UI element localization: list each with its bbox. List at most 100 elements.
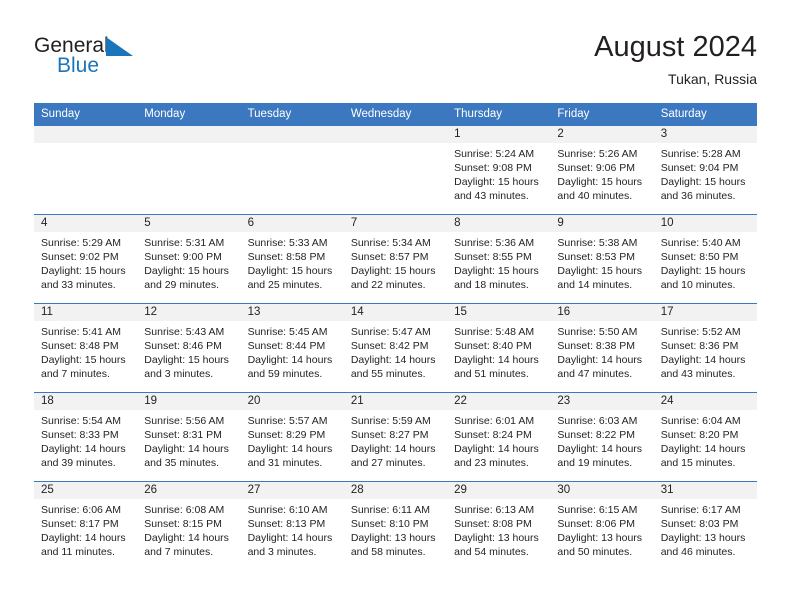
sunset-text: Sunset: 8:42 PM <box>350 340 429 352</box>
day-number: 15 <box>447 304 551 321</box>
calendar-day-cell[interactable]: 25 Sunrise: 6:06 AM Sunset: 8:17 PM Dayligh… <box>34 481 138 571</box>
day-details: Sunrise: 6:03 AM Sunset: 8:22 PM Daylight:… <box>550 410 653 470</box>
calendar-day-cell[interactable]: 14 Sunrise: 5:47 AM Sunset: 8:42 PM Dayligh… <box>343 303 448 393</box>
day-number: 2 <box>550 126 654 143</box>
day-details: Sunrise: 5:31 AM Sunset: 9:00 PM Daylight:… <box>137 232 240 292</box>
calendar-day-cell[interactable]: 9 Sunrise: 5:38 AM Sunset: 8:53 PM Daylight… <box>550 214 654 304</box>
brand-logo[interactable]: General Blue <box>34 34 234 90</box>
calendar-day-cell[interactable]: 4 Sunrise: 5:29 AM Sunset: 9:02 PM Daylight… <box>34 214 138 304</box>
sunset-text: Sunset: 8:48 PM <box>41 340 119 352</box>
calendar-day-cell[interactable]: 16 Sunrise: 5:50 AM Sunset: 8:38 PM Dayligh… <box>550 303 654 393</box>
daylight-text-line1: Daylight: 15 hours <box>557 265 643 277</box>
calendar-day-cell[interactable]: 26 Sunrise: 6:08 AM Sunset: 8:15 PM Dayligh… <box>137 481 241 571</box>
calendar-page: General Blue August 2024 Tukan, Russia S… <box>0 0 792 612</box>
daylight-text-line2: and 55 minutes. <box>350 368 426 380</box>
sunrise-text: Sunrise: 6:15 AM <box>557 504 638 516</box>
daylight-text-line2: and 29 minutes. <box>144 279 219 291</box>
calendar-day-cell[interactable]: 5 Sunrise: 5:31 AM Sunset: 9:00 PM Daylight… <box>137 214 241 304</box>
daylight-text-line2: and 59 minutes. <box>247 368 323 380</box>
sunrise-text: Sunrise: 5:34 AM <box>350 237 431 249</box>
sunrise-text: Sunrise: 5:41 AM <box>41 326 121 338</box>
weekday-header-row: Sunday Monday Tuesday Wednesday Thursday… <box>34 103 757 126</box>
calendar-day-cell[interactable]: 15 Sunrise: 5:48 AM Sunset: 8:40 PM Dayligh… <box>447 303 551 393</box>
daylight-text-line1: Daylight: 13 hours <box>557 532 643 544</box>
calendar-day-cell[interactable]: 31 Sunrise: 6:17 AM Sunset: 8:03 PM Dayligh… <box>653 481 757 571</box>
sunrise-text: Sunrise: 5:31 AM <box>144 237 225 249</box>
day-details: Sunrise: 6:10 AM Sunset: 8:13 PM Daylight:… <box>241 499 344 559</box>
day-number: 8 <box>447 215 551 232</box>
daylight-text-line2: and 36 minutes. <box>660 190 736 202</box>
calendar-day-cell[interactable]: 3 Sunrise: 5:28 AM Sunset: 9:04 PM Daylight… <box>653 125 757 215</box>
day-details: Sunrise: 6:11 AM Sunset: 8:10 PM Daylight:… <box>344 499 447 559</box>
day-details: Sunrise: 6:13 AM Sunset: 8:08 PM Daylight:… <box>447 499 550 559</box>
daylight-text-line1: Daylight: 14 hours <box>350 354 436 366</box>
calendar-day-cell[interactable]: 24 Sunrise: 6:04 AM Sunset: 8:20 PM Dayligh… <box>653 392 757 482</box>
sunrise-text: Sunrise: 5:43 AM <box>144 326 225 338</box>
day-number <box>137 126 241 143</box>
daylight-text-line2: and 46 minutes. <box>660 546 736 558</box>
day-number: 26 <box>137 482 241 499</box>
calendar-day-cell[interactable]: 11 Sunrise: 5:41 AM Sunset: 8:48 PM Dayligh… <box>34 303 138 393</box>
calendar-day-cell[interactable]: 27 Sunrise: 6:10 AM Sunset: 8:13 PM Dayligh… <box>240 481 344 571</box>
calendar-day-cell[interactable]: 19 Sunrise: 5:56 AM Sunset: 8:31 PM Dayligh… <box>137 392 241 482</box>
day-details: Sunrise: 5:26 AM Sunset: 9:06 PM Daylight:… <box>550 143 653 203</box>
daylight-text-line2: and 47 minutes. <box>557 368 633 380</box>
weekday-header-sunday: Sunday <box>34 103 138 126</box>
daylight-text-line2: and 14 minutes. <box>557 279 633 291</box>
calendar-day-cell[interactable]: 17 Sunrise: 5:52 AM Sunset: 8:36 PM Dayligh… <box>653 303 757 393</box>
calendar-day-cell[interactable]: 28 Sunrise: 6:11 AM Sunset: 8:10 PM Dayligh… <box>343 481 448 571</box>
sunrise-text: Sunrise: 5:56 AM <box>144 415 225 427</box>
daylight-text-line1: Daylight: 15 hours <box>144 354 229 366</box>
weekday-header-monday: Monday <box>137 103 241 126</box>
page-header: General Blue August 2024 Tukan, Russia <box>34 30 757 92</box>
calendar-day-cell[interactable]: 22 Sunrise: 6:01 AM Sunset: 8:24 PM Dayligh… <box>447 392 551 482</box>
calendar-day-cell[interactable]: 12 Sunrise: 5:43 AM Sunset: 8:46 PM Dayligh… <box>137 303 241 393</box>
sunrise-text: Sunrise: 6:10 AM <box>247 504 328 516</box>
day-number: 28 <box>343 482 448 499</box>
calendar-day-cell[interactable]: 1 Sunrise: 5:24 AM Sunset: 9:08 PM Daylight… <box>447 125 551 215</box>
daylight-text-line1: Daylight: 14 hours <box>247 354 333 366</box>
calendar-day-cell[interactable]: 2 Sunrise: 5:26 AM Sunset: 9:06 PM Daylight… <box>550 125 654 215</box>
sunset-text: Sunset: 8:13 PM <box>247 518 326 530</box>
calendar-day-cell[interactable]: 21 Sunrise: 5:59 AM Sunset: 8:27 PM Dayligh… <box>343 392 448 482</box>
day-number: 18 <box>34 393 138 410</box>
sunset-text: Sunset: 8:22 PM <box>557 429 636 441</box>
calendar-day-cell[interactable]: 23 Sunrise: 6:03 AM Sunset: 8:22 PM Dayligh… <box>550 392 654 482</box>
day-details: Sunrise: 5:33 AM Sunset: 8:58 PM Daylight:… <box>241 232 344 292</box>
calendar-day-cell[interactable]: 13 Sunrise: 5:45 AM Sunset: 8:44 PM Dayligh… <box>240 303 344 393</box>
day-details: Sunrise: 6:06 AM Sunset: 8:17 PM Daylight:… <box>34 499 137 559</box>
daylight-text-line2: and 22 minutes. <box>350 279 426 291</box>
day-number: 25 <box>34 482 138 499</box>
calendar-cell-empty <box>343 125 448 215</box>
weekday-header-wednesday: Wednesday <box>343 103 448 126</box>
daylight-text-line1: Daylight: 13 hours <box>454 532 539 544</box>
daylight-text-line1: Daylight: 15 hours <box>41 354 126 366</box>
calendar-day-cell[interactable]: 8 Sunrise: 5:36 AM Sunset: 8:55 PM Daylight… <box>447 214 551 304</box>
calendar-day-cell[interactable]: 7 Sunrise: 5:34 AM Sunset: 8:57 PM Daylight… <box>343 214 448 304</box>
day-number: 24 <box>653 393 757 410</box>
daylight-text-line2: and 35 minutes. <box>144 457 219 469</box>
calendar-day-cell[interactable]: 20 Sunrise: 5:57 AM Sunset: 8:29 PM Dayligh… <box>240 392 344 482</box>
sunset-text: Sunset: 8:17 PM <box>41 518 119 530</box>
calendar-day-cell[interactable]: 6 Sunrise: 5:33 AM Sunset: 8:58 PM Daylight… <box>240 214 344 304</box>
calendar-day-cell[interactable]: 10 Sunrise: 5:40 AM Sunset: 8:50 PM Dayligh… <box>653 214 757 304</box>
day-details: Sunrise: 5:47 AM Sunset: 8:42 PM Daylight:… <box>344 321 447 381</box>
calendar-day-cell[interactable]: 18 Sunrise: 5:54 AM Sunset: 8:33 PM Dayligh… <box>34 392 138 482</box>
daylight-text-line1: Daylight: 14 hours <box>41 532 126 544</box>
day-number: 21 <box>343 393 448 410</box>
daylight-text-line1: Daylight: 14 hours <box>557 354 643 366</box>
calendar-day-cell[interactable]: 29 Sunrise: 6:13 AM Sunset: 8:08 PM Dayligh… <box>447 481 551 571</box>
daylight-text-line1: Daylight: 15 hours <box>454 176 539 188</box>
sunset-text: Sunset: 9:04 PM <box>660 162 739 174</box>
day-number: 17 <box>653 304 757 321</box>
calendar-day-cell[interactable]: 30 Sunrise: 6:15 AM Sunset: 8:06 PM Dayligh… <box>550 481 654 571</box>
day-number: 19 <box>137 393 241 410</box>
daylight-text-line2: and 40 minutes. <box>557 190 633 202</box>
daylight-text-line2: and 54 minutes. <box>454 546 529 558</box>
weekday-header-saturday: Saturday <box>653 103 757 126</box>
daylight-text-line1: Daylight: 15 hours <box>41 265 126 277</box>
sunset-text: Sunset: 8:10 PM <box>350 518 429 530</box>
daylight-text-line1: Daylight: 14 hours <box>454 354 539 366</box>
sunrise-text: Sunrise: 5:40 AM <box>660 237 741 249</box>
sunset-text: Sunset: 8:57 PM <box>350 251 429 263</box>
